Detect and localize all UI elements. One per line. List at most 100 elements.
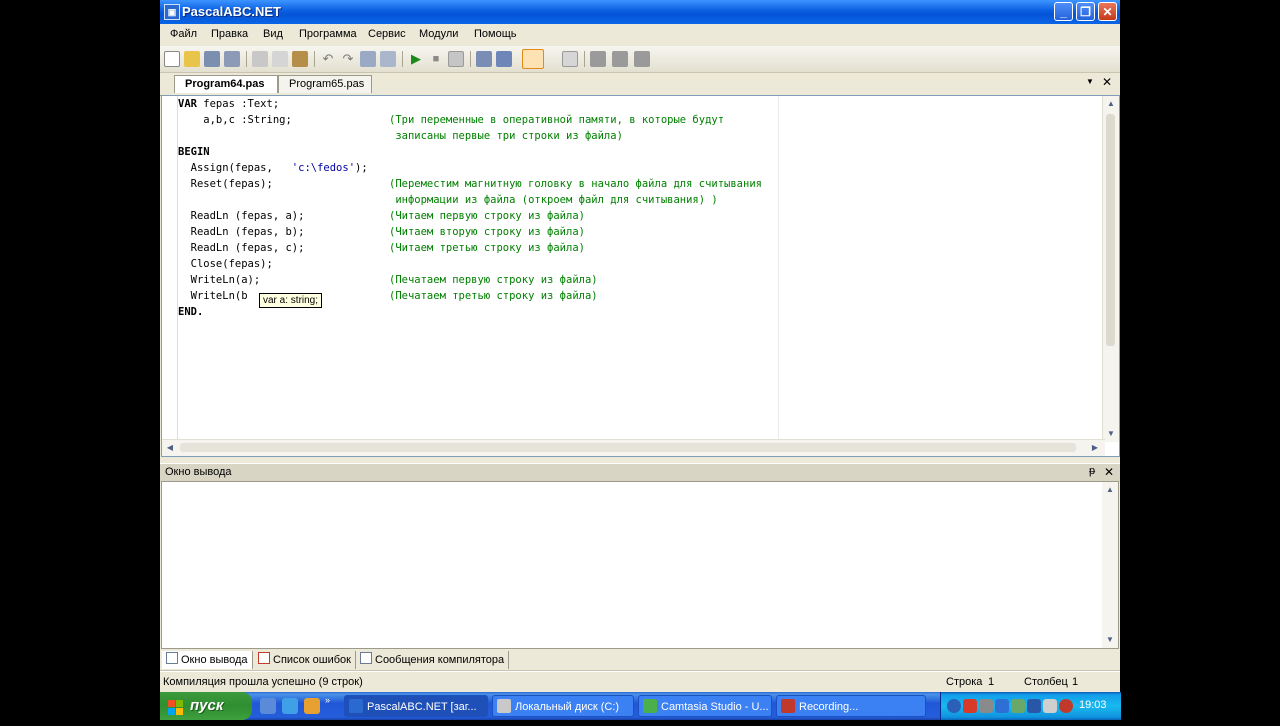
column-value: 1 <box>1072 676 1079 688</box>
navigate-back-icon[interactable] <box>360 51 376 67</box>
document-tabs: Program64.pas Program65.pas ▼ ✕ <box>160 73 1120 96</box>
code-editor[interactable]: VAR fepas :Text; a,b,c :String; (Три пер… <box>161 95 1120 457</box>
menu-modules[interactable]: Модули <box>419 28 458 40</box>
code-comment: (Три переменные в оперативной памяти, в … <box>389 114 725 126</box>
task-camtasia[interactable]: Camtasia Studio - U... <box>638 695 772 717</box>
antivirus-icon[interactable] <box>963 699 977 713</box>
code-line: Assign(fepas, 'c:\fedos'); <box>178 162 368 174</box>
start-label: пуск <box>190 697 224 714</box>
scroll-up-icon[interactable]: ▲ <box>1103 483 1117 497</box>
scroll-thumb[interactable] <box>1106 114 1115 346</box>
save-icon[interactable] <box>204 51 220 67</box>
redo-icon[interactable]: ↷ <box>340 51 356 67</box>
opera-icon[interactable] <box>1059 699 1073 713</box>
title-bar[interactable]: ▣ PascalABC.NET _ ❐ ✕ <box>160 0 1120 24</box>
minimize-button[interactable]: _ <box>1054 2 1073 21</box>
tab-error-list[interactable]: Список ошибок <box>254 651 356 669</box>
show-desktop-icon[interactable] <box>260 698 276 714</box>
code-line: ReadLn (fepas, b); <box>178 226 305 238</box>
close-tab-icon[interactable]: ✕ <box>1102 75 1112 89</box>
toolbar-separator <box>314 51 315 67</box>
menu-bar: Файл Правка Вид Программа Сервис Модули … <box>160 24 1120 46</box>
output-panel-header: Окно вывода ᵽ ✕ <box>160 463 1120 482</box>
open-folder-icon[interactable] <box>184 51 200 67</box>
scroll-right-icon[interactable]: ▶ <box>1088 441 1102 455</box>
toolbar: ↶ ↷ ▶ ■ <box>160 46 1120 73</box>
output-window[interactable]: ▲ ▼ <box>161 481 1119 649</box>
task-local-disk[interactable]: Локальный диск (C:) <box>492 695 634 717</box>
compiler-messages-icon <box>360 652 372 664</box>
maximize-button[interactable]: ❐ <box>1076 2 1095 21</box>
format-code-icon[interactable] <box>590 51 606 67</box>
menu-service[interactable]: Сервис <box>368 28 406 40</box>
output-vertical-scrollbar[interactable]: ▲ ▼ <box>1102 482 1118 648</box>
menu-view[interactable]: Вид <box>263 28 283 40</box>
editor-horizontal-scrollbar[interactable]: ◀ ▶ <box>162 439 1105 456</box>
close-panel-icon[interactable]: ✕ <box>1104 465 1114 479</box>
tab-program65[interactable]: Program65.pas <box>278 75 372 93</box>
insert-template-icon[interactable] <box>612 51 628 67</box>
navigate-forward-icon[interactable] <box>380 51 396 67</box>
tab-compiler-messages[interactable]: Сообщения компилятора <box>356 651 510 669</box>
windows-taskbar: пуск » PascalABC.NET [заг... Локальный д… <box>160 692 1121 720</box>
window-title: PascalABC.NET <box>182 4 281 19</box>
copy-icon[interactable] <box>272 51 288 67</box>
quick-launch-expand-icon[interactable]: » <box>325 695 330 705</box>
volume-icon[interactable] <box>1043 699 1057 713</box>
code-comment: (Читаем первую строку из файла) <box>389 210 585 222</box>
status-message: Компиляция прошла успешно (9 строк) <box>163 676 363 688</box>
bottom-panel-tabs: Окно вывода Список ошибок Сообщения комп… <box>160 650 1120 671</box>
tray-app-icon[interactable] <box>979 699 993 713</box>
toolbar-separator <box>402 51 403 67</box>
form-icon[interactable] <box>562 51 578 67</box>
tab-list-dropdown-icon[interactable]: ▼ <box>1086 77 1094 86</box>
close-button[interactable]: ✕ <box>1098 2 1117 21</box>
scroll-down-icon[interactable]: ▼ <box>1103 633 1117 647</box>
task-recording[interactable]: Recording... <box>776 695 926 717</box>
save-all-icon[interactable] <box>224 51 240 67</box>
recording-icon <box>781 699 795 713</box>
scroll-up-icon[interactable]: ▲ <box>1104 97 1118 111</box>
tray-collapse-icon[interactable] <box>947 699 961 713</box>
menu-program[interactable]: Программа <box>299 28 357 40</box>
options-icon[interactable] <box>634 51 650 67</box>
scroll-thumb[interactable] <box>180 443 1076 452</box>
pin-icon[interactable]: ᵽ <box>1089 465 1095 477</box>
quick-launch-icon[interactable] <box>304 698 320 714</box>
pascal-app-icon[interactable]: ▣ <box>164 4 180 20</box>
clock[interactable]: 19:03 <box>1079 699 1107 711</box>
menu-help[interactable]: Помощь <box>474 28 517 40</box>
debug-step-icon[interactable] <box>476 51 492 67</box>
compile-icon[interactable] <box>448 51 464 67</box>
tab-output-window[interactable]: Окно вывода <box>162 651 253 669</box>
debug-step-over-icon[interactable] <box>496 51 512 67</box>
console-icon[interactable] <box>522 49 544 69</box>
toolbar-separator <box>470 51 471 67</box>
undo-icon[interactable]: ↶ <box>320 51 336 67</box>
status-bar: Компиляция прошла успешно (9 строк) Стро… <box>160 671 1120 693</box>
network-icon[interactable] <box>1027 699 1041 713</box>
tray-app-icon[interactable] <box>1011 699 1025 713</box>
code-line: Reset(fepas); <box>178 178 273 190</box>
menu-edit[interactable]: Правка <box>211 28 248 40</box>
new-file-icon[interactable] <box>164 51 180 67</box>
intellisense-tooltip: var a: string; <box>259 293 323 308</box>
code-comment: (Читаем третью строку из файла) <box>389 242 585 254</box>
run-icon[interactable]: ▶ <box>408 51 424 67</box>
output-window-icon <box>166 652 178 664</box>
paste-icon[interactable] <box>292 51 308 67</box>
code-comment: записаны первые три строки из файла) <box>389 130 623 142</box>
cut-icon[interactable] <box>252 51 268 67</box>
editor-vertical-scrollbar[interactable]: ▲ ▼ <box>1102 96 1119 442</box>
scroll-down-icon[interactable]: ▼ <box>1104 427 1118 441</box>
scroll-left-icon[interactable]: ◀ <box>163 441 177 455</box>
start-button[interactable]: пуск <box>160 692 252 720</box>
stop-icon[interactable]: ■ <box>428 51 444 67</box>
code-comment: (Переместим магнитную головку в начало ф… <box>389 178 762 190</box>
internet-explorer-icon[interactable] <box>282 698 298 714</box>
code-line: WriteLn(a); <box>178 274 261 286</box>
task-pascalabc[interactable]: PascalABC.NET [заг... <box>344 695 488 717</box>
tab-program64[interactable]: Program64.pas <box>174 75 278 93</box>
menu-file[interactable]: Файл <box>170 28 197 40</box>
bluetooth-icon[interactable] <box>995 699 1009 713</box>
